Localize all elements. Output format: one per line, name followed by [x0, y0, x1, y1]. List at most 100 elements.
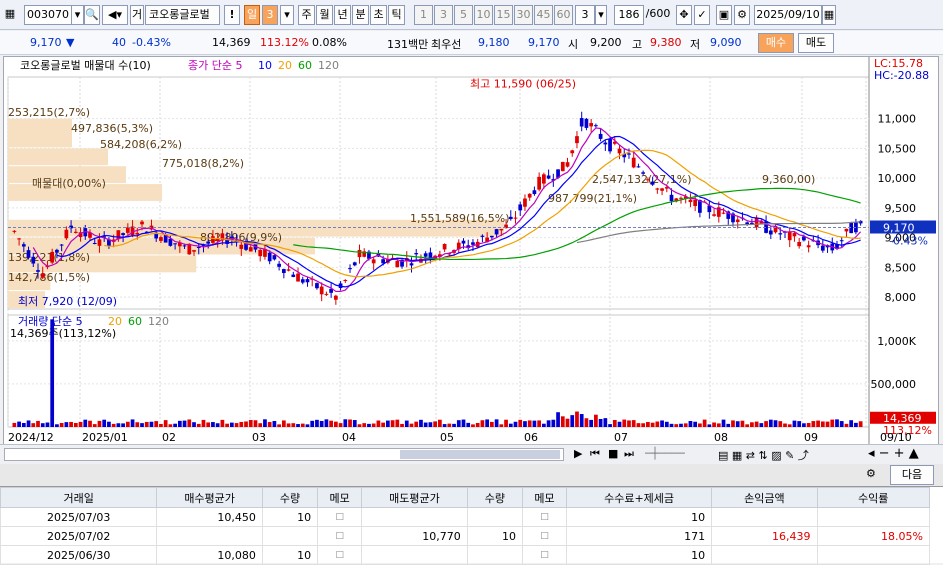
stock-code-input[interactable]: 003070: [24, 5, 72, 25]
scroll-stop-icon[interactable]: ■: [608, 447, 618, 460]
volume-bar: [646, 421, 650, 427]
volume-bar: [655, 421, 660, 427]
alert-button[interactable]: !: [224, 5, 240, 25]
candle-body: [26, 250, 31, 258]
volume-profile-bar: [8, 118, 72, 148]
candle-body: [423, 253, 428, 257]
tick-select[interactable]: 3: [575, 5, 595, 25]
volume-bar: [428, 422, 433, 427]
chart-canvas[interactable]: 11,00010,50010,0009,5009,0008,5008,00025…: [4, 57, 938, 455]
next-button[interactable]: 다음: [890, 465, 934, 485]
chart-scroll-bar[interactable]: ▶ ⏮ ■ ⏭ ─┼──── ▤ ▦ ⇄ ⇅ ▨ ✎ ⤴ ◂ − + ▲: [0, 444, 943, 464]
scroll-track[interactable]: [4, 448, 564, 461]
calendar-icon[interactable]: ▦: [822, 5, 836, 25]
column-header[interactable]: 메모: [521, 487, 568, 508]
code-dropdown-icon[interactable]: ▾: [72, 5, 84, 25]
volume-bar: [523, 421, 527, 427]
save-icon[interactable]: ▣: [716, 5, 732, 25]
column-header[interactable]: 매도평균가: [361, 487, 468, 508]
volume-bar: [475, 423, 480, 427]
period-day-button[interactable]: 일: [244, 5, 260, 25]
count-input[interactable]: 186: [614, 5, 644, 25]
scroll-end-icon[interactable]: ⏭: [624, 447, 634, 461]
column-header[interactable]: 수량: [466, 487, 524, 508]
candle-body: [248, 247, 253, 252]
volume-bar: [768, 419, 773, 427]
volume-bar: [570, 415, 575, 427]
candle-body: [589, 123, 594, 127]
scroll-thumb[interactable]: [400, 450, 560, 459]
interval-0-button[interactable]: 1: [414, 5, 433, 25]
column-header[interactable]: 메모: [317, 487, 363, 508]
volume-bar: [102, 419, 107, 427]
volume-bar: [636, 423, 641, 427]
volume-bar: [532, 420, 537, 427]
settings-icon[interactable]: ⚙: [866, 467, 876, 480]
scroll-play-icon[interactable]: ▶: [574, 447, 582, 460]
change-pct: -0.43%: [132, 36, 171, 49]
period-num[interactable]: 3: [262, 5, 278, 25]
tick-dropdown-icon[interactable]: ▾: [595, 5, 607, 25]
column-header[interactable]: 수량: [261, 487, 319, 508]
view-icons[interactable]: ▤ ▦ ⇄ ⇅ ▨ ✎ ⤴: [718, 447, 809, 463]
interval-6-button[interactable]: 45: [534, 5, 553, 25]
interval-3-button[interactable]: 10: [474, 5, 493, 25]
buy-button[interactable]: 매수: [758, 33, 794, 53]
volume-bar: [537, 420, 542, 427]
volume-bar: [12, 422, 17, 427]
volume-bar: [352, 420, 357, 427]
settings-icon[interactable]: ⚙: [734, 5, 750, 25]
period-4-button[interactable]: 초: [370, 5, 387, 25]
table-row[interactable]: 2025/07/03 10,450 10 □ □ 10: [0, 507, 931, 527]
period-3-button[interactable]: 분: [352, 5, 369, 25]
table-row[interactable]: 2025/07/02 □ 10,770 10 □ 171 16,439 18.05%: [0, 526, 931, 546]
candle-body: [59, 244, 64, 246]
candle-body: [159, 237, 163, 241]
volume-bar: [149, 421, 154, 427]
period-1-button[interactable]: 월: [316, 5, 333, 25]
scroll-rewind-icon[interactable]: ⏮: [590, 447, 600, 461]
period-2-button[interactable]: 년: [334, 5, 351, 25]
price-chart[interactable]: 11,000 10,500 10,000 9,500 9,000 8,500 8,000 25…: [3, 56, 939, 456]
column-header[interactable]: 거래일: [0, 487, 158, 508]
candle-body: [121, 233, 125, 236]
month-label: 09/10: [880, 431, 912, 444]
candle-body: [560, 161, 565, 172]
volume-bar: [423, 422, 428, 427]
period-0-button[interactable]: 주: [298, 5, 315, 25]
interval-2-button[interactable]: 5: [454, 5, 473, 25]
speaker-icon[interactable]: ◀▾: [102, 5, 128, 25]
volume-bar: [433, 421, 437, 427]
column-header[interactable]: 손익금액: [711, 487, 818, 508]
geo-label[interactable]: 거: [130, 5, 144, 25]
interval-1-button[interactable]: 3: [434, 5, 453, 25]
search-icon[interactable]: 🔍: [84, 5, 100, 25]
tool-icon-1[interactable]: ✥: [676, 5, 692, 25]
count-total: /600: [645, 7, 671, 20]
ma-period-label: 60: [298, 59, 312, 72]
candle-body: [641, 172, 646, 174]
volume-bar: [404, 420, 409, 427]
zoom-controls-icon[interactable]: ◂ − + ▲: [868, 446, 919, 461]
interval-4-button[interactable]: 15: [494, 5, 513, 25]
period-dropdown-icon[interactable]: ▾: [280, 5, 294, 25]
period-5-button[interactable]: 틱: [388, 5, 405, 25]
column-header[interactable]: 수익률: [816, 487, 931, 508]
column-header[interactable]: 매수평균가: [156, 487, 263, 508]
volume-bar: [849, 420, 854, 427]
volume-bar: [177, 420, 182, 427]
zoom-slider[interactable]: ─┼────: [645, 447, 685, 460]
interval-7-button[interactable]: 60: [554, 5, 573, 25]
tool-icon-2[interactable]: ✓: [694, 5, 710, 25]
date-input[interactable]: 2025/09/10: [754, 5, 822, 25]
candle-body: [343, 280, 348, 282]
volume-bar: [664, 421, 669, 427]
candle-body: [277, 263, 281, 267]
column-header[interactable]: 수수료+제세금: [566, 487, 713, 508]
volume-bar: [735, 421, 740, 427]
volume-bar: [381, 422, 385, 427]
interval-5-button[interactable]: 30: [514, 5, 533, 25]
sell-button[interactable]: 매도: [798, 33, 834, 53]
volume-bar: [187, 419, 192, 427]
table-row[interactable]: 2025/06/30 10,080 10 □ □ 10: [0, 545, 931, 565]
